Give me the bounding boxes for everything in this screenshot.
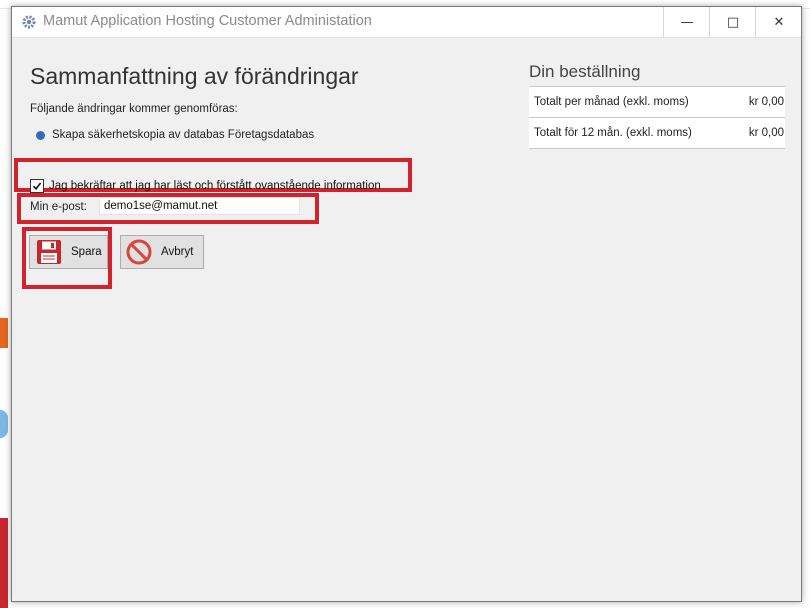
change-item-label: Skapa säkerhetskopia av databas Företags… [52, 129, 315, 141]
dialog-window: Mamut Application Hosting Customer Admin… [11, 6, 802, 602]
page-title: Sammanfattning av förändringar [30, 63, 359, 89]
confirm-checkbox-row[interactable]: Jag bekräftar att jag har läst och först… [30, 179, 381, 193]
changes-intro: Följande ändringar kommer genomföras: [30, 103, 238, 115]
email-label: Min e-post: [30, 201, 87, 213]
confirm-checkbox[interactable] [30, 179, 44, 193]
order-summary-table: Totalt per månad (exkl. moms) kr 0,00 To… [529, 86, 785, 149]
order-row-value: kr 0,00 [748, 96, 784, 108]
order-row-label: Totalt för 12 mån. (exkl. moms) [534, 127, 692, 139]
gear-icon [21, 14, 37, 30]
no-entry-icon [126, 239, 152, 265]
order-row-monthly: Totalt per månad (exkl. moms) kr 0,00 [529, 87, 785, 118]
background-bar [0, 518, 8, 608]
cancel-button-label: Avbryt [161, 246, 194, 258]
cancel-button[interactable]: Avbryt [120, 235, 204, 269]
maximize-button[interactable]: □ [709, 7, 756, 37]
window-title: Mamut Application Hosting Customer Admin… [43, 13, 372, 29]
save-button-label: Spara [71, 246, 102, 258]
list-item: Skapa säkerhetskopia av databas Företags… [36, 129, 314, 141]
title-bar[interactable]: Mamut Application Hosting Customer Admin… [12, 7, 801, 38]
bullet-icon [36, 130, 45, 140]
dialog-content: Sammanfattning av förändringar Följande … [12, 38, 801, 601]
minimize-icon: — [680, 14, 694, 30]
order-title: Din beställning [529, 62, 641, 81]
minimize-button[interactable]: — [663, 7, 710, 37]
floppy-disk-icon [36, 239, 62, 265]
email-field[interactable] [99, 197, 300, 215]
checkmark-icon [32, 182, 42, 191]
order-row-yearly: Totalt för 12 mån. (exkl. moms) kr 0,00 [529, 118, 785, 149]
order-row-value: kr 0,00 [748, 127, 784, 139]
background-tile [0, 318, 8, 348]
order-row-label: Totalt per månad (exkl. moms) [534, 96, 689, 108]
save-button[interactable]: Spara [29, 235, 108, 269]
background-tile [0, 410, 8, 438]
confirm-label: Jag bekräftar att jag har läst och först… [49, 180, 381, 192]
close-button[interactable]: ✕ [755, 7, 802, 37]
close-icon: ✕ [773, 14, 785, 30]
maximize-icon: □ [726, 14, 740, 30]
